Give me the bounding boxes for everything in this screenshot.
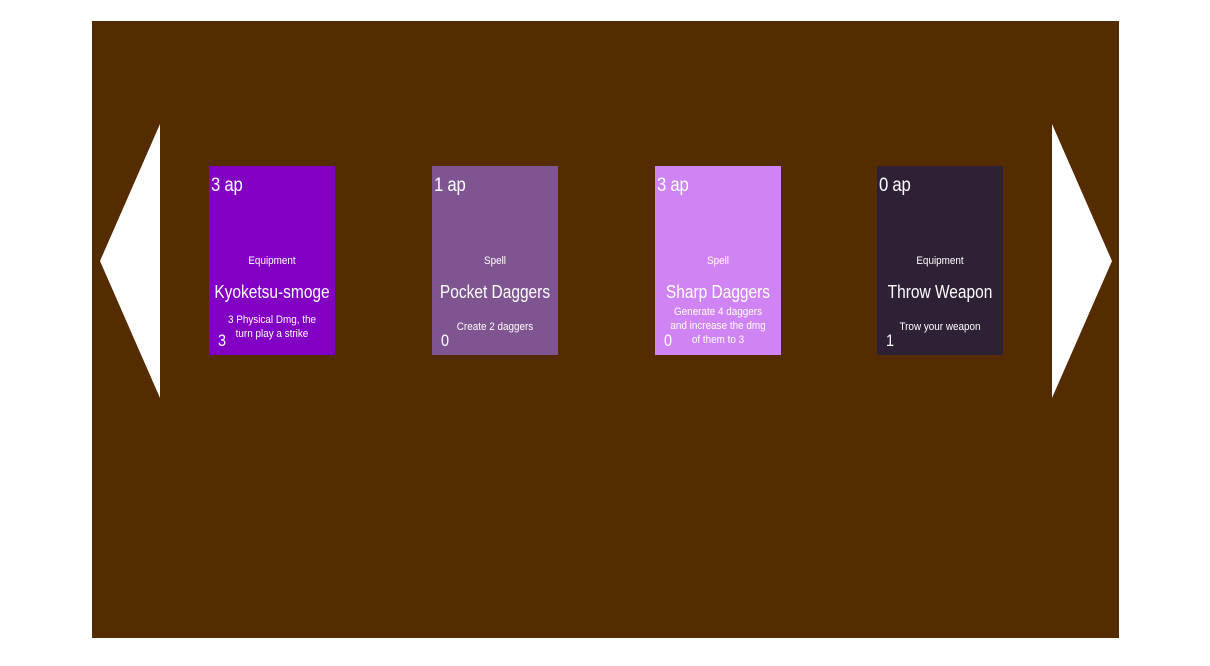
card-sharp-daggers[interactable]: 3 ap Spell Sharp Daggers Generate 4 dagg… xyxy=(655,166,781,355)
card-description: Trow your weapon xyxy=(899,321,981,333)
card-name: Pocket Daggers xyxy=(439,282,551,302)
card-cost: 0 xyxy=(664,331,673,350)
card-type: Spell xyxy=(706,255,730,267)
card-description: Create 2 daggers xyxy=(456,321,534,333)
card-pocket-daggers[interactable]: 1 ap Spell Pocket Daggers Create 2 dagge… xyxy=(432,166,558,355)
card-ap: 0 ap xyxy=(879,175,911,196)
card-name: Throw Weapon xyxy=(887,282,993,302)
next-arrow-icon[interactable] xyxy=(1052,124,1112,398)
card-type: Equipment xyxy=(916,255,964,267)
card-ap: 3 ap xyxy=(211,175,243,196)
card-ap: 1 ap xyxy=(434,175,466,196)
card-cost: 1 xyxy=(886,331,895,350)
previous-arrow-icon[interactable] xyxy=(100,124,160,398)
card-type: Equipment xyxy=(248,255,296,267)
card-name: Kyoketsu-smoge xyxy=(214,282,330,302)
card-cost: 0 xyxy=(441,331,450,350)
card-kyoketsu-smoge[interactable]: 3 ap Equipment Kyoketsu-smoge 3 Physical… xyxy=(209,166,335,355)
card-name: Sharp Daggers xyxy=(665,282,771,302)
card-description: Generate 4 daggers and increase the dmg … xyxy=(670,306,766,346)
card-description: 3 Physical Dmg, the turn play a strike xyxy=(227,314,317,340)
card-ap: 3 ap xyxy=(657,175,689,196)
card-type: Spell xyxy=(483,255,507,267)
card-cost: 3 xyxy=(218,331,227,350)
card-throw-weapon[interactable]: 0 ap Equipment Throw Weapon Trow your we… xyxy=(877,166,1003,355)
